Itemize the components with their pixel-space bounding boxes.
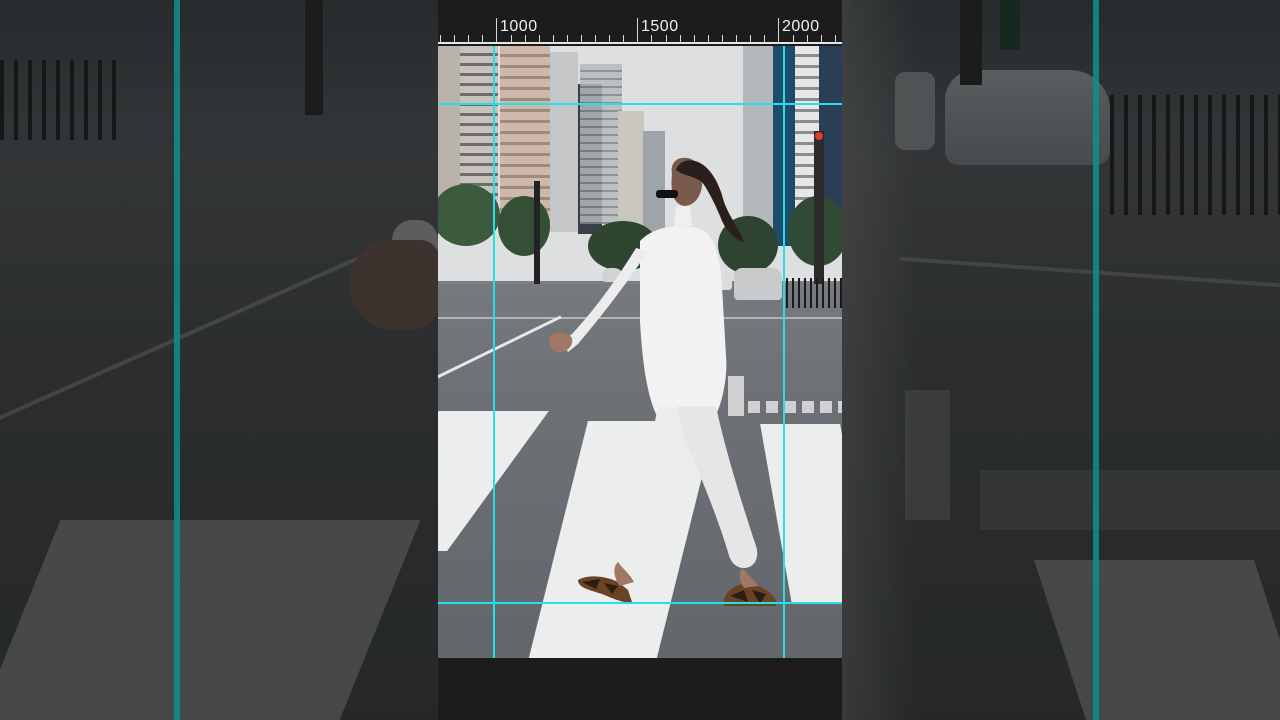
ruler-minor-tick [708,35,709,42]
ruler-label-2000: 2000 [782,18,820,35]
ruler-minor-tick [609,35,610,42]
ruler-minor-tick [764,35,765,42]
ruler-minor-tick [750,35,751,42]
ruler-minor-tick [793,35,794,42]
ruler-major-tick [637,18,638,42]
ruler-minor-tick [807,35,808,42]
ruler-minor-tick [525,35,526,42]
ruler-minor-tick [553,35,554,42]
ruler-minor-tick [539,35,540,42]
ruler-minor-tick [651,35,652,42]
ruler-minor-tick [736,35,737,42]
background-guide-right [1093,0,1099,720]
ruler-minor-tick [835,35,836,42]
background-guide-left [174,0,180,720]
guide-line-horizontal-bottom[interactable] [438,602,842,604]
ruler-major-tick [496,18,497,42]
guide-line-vertical-right[interactable] [783,46,785,658]
ruler-minor-tick [581,35,582,42]
ruler-minor-tick [680,35,681,42]
ruler-minor-tick [595,35,596,42]
ruler-minor-tick [722,35,723,42]
ruler-minor-tick [666,35,667,42]
video-frame-preview[interactable] [438,46,842,658]
horizontal-ruler[interactable]: 1000 1500 2000 [438,0,842,46]
traffic-light-red [815,132,823,140]
guide-line-vertical-left[interactable] [493,46,495,658]
ruler-baseline [438,42,842,44]
ruler-minor-tick [454,35,455,42]
ruler-minor-tick [567,35,568,42]
ruler-major-tick [778,18,779,42]
ruler-minor-tick [821,35,822,42]
ruler-minor-tick [694,35,695,42]
ruler-minor-tick [623,35,624,42]
ruler-label-1500: 1500 [641,18,679,35]
ruler-minor-tick [511,35,512,42]
ruler-minor-tick [468,35,469,42]
building [438,46,460,196]
traffic-light-pole [814,131,824,291]
ruler-minor-tick [440,35,441,42]
crop-preview-panel[interactable]: 1000 1500 2000 [438,0,842,720]
walking-person [549,157,776,606]
ruler-label-1000: 1000 [500,18,538,35]
guide-line-horizontal-top[interactable] [438,103,842,105]
ruler-minor-tick [482,35,483,42]
